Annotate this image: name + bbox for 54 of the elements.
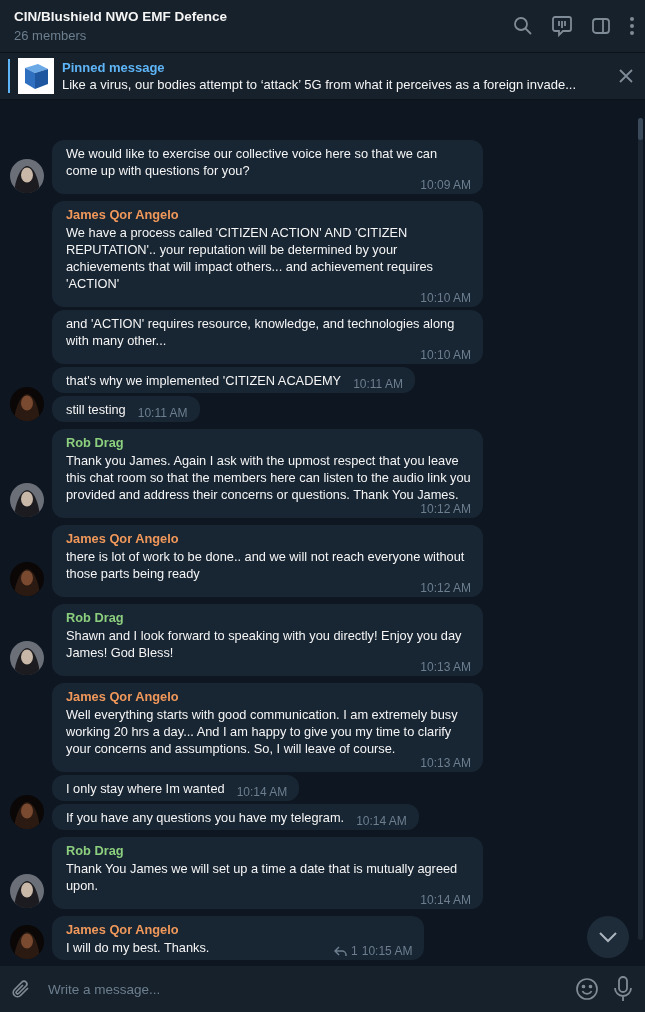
message-text: Well everything starts with good communication. I am extremely busy working 20 hrs a day... And I am happy to give you my time to clarify your concerns and assumptions. So, I will leave of course. (66, 706, 459, 757)
message-text: We have a process called 'CITIZEN ACTION' AND 'CITIZEN REPUTATION'.. your reputation will be determined by your achievements that will impact others... and achievement requires 'ACTION' (66, 224, 435, 292)
sender-name[interactable]: James Qor Angelo (66, 921, 413, 938)
reply-count[interactable]: 1 (351, 945, 358, 958)
message-text: We would like to exercise our collective voice here so that we can come up with questions for you? (66, 145, 439, 179)
pinned-label: Pinned message (62, 60, 166, 75)
message-time: 10:13 AM (420, 757, 471, 770)
message-text: still testing (66, 401, 126, 418)
message-time: 10:14 AM (236, 786, 288, 799)
chat-title: CIN/Blushield NWO EMF Defence (14, 9, 229, 24)
more-icon[interactable] (629, 16, 635, 36)
scroll-down-button[interactable] (587, 916, 629, 958)
sender-name[interactable]: Rob Drag (66, 842, 471, 859)
pinned-text[interactable]: Like a virus, our bodies attempt to ‘attack’ 5G from what it perceives as a foreign invade... (62, 77, 611, 92)
message-text: that's why we implemented 'CITIZEN ACADEMY (66, 372, 342, 389)
message-time: 10:09 AM (420, 179, 471, 192)
message-time: 10:12 AM (420, 503, 471, 516)
message-text: there is lot of work to be done.. and we will not reach everyone without those parts being ready (66, 548, 466, 582)
message-text: Shawn and I look forward to speaking with you directly! Enjoy you day James! God Bless! (66, 627, 463, 661)
message-time: 10:12 AM (420, 582, 471, 595)
chevron-icon (598, 931, 618, 943)
message-text: I will do my best. Thanks. (66, 939, 210, 956)
attach-button[interactable] (10, 978, 32, 1000)
message-time: 10:10 AM (420, 349, 471, 362)
sender-name[interactable]: James Qor Angelo (66, 206, 471, 223)
emoji-button[interactable] (575, 977, 599, 1001)
scrollbar-thumb[interactable] (638, 118, 643, 140)
sender-name[interactable]: Rob Drag (66, 434, 471, 451)
message-time: 10:10 AM (420, 292, 471, 305)
smiley-icon (575, 977, 599, 1001)
member-count: 26 members (14, 28, 88, 43)
message-composer[interactable]: Write a message... (0, 966, 645, 1012)
message-time: 10:14 AM (420, 894, 471, 907)
search-icon[interactable] (513, 16, 533, 36)
sidebar-icon[interactable] (591, 16, 611, 36)
message-text: Thank You James we will set up a time a date that is mutually agreed upon. (66, 860, 459, 894)
message-time: 10:14 AM (356, 815, 407, 828)
message-time: 10:11 AM (137, 407, 188, 420)
message-time: 10:11 AM (353, 378, 403, 391)
microphone-button[interactable] (613, 976, 633, 1002)
message-text: and 'ACTION' requires resource, knowledge, and technologies along with many other... (66, 315, 456, 349)
paperclip-icon (10, 978, 32, 1000)
sender-name[interactable]: James Qor Angelo (66, 688, 471, 705)
message-time: 10:13 AM (420, 661, 471, 674)
sender-name[interactable]: Rob Drag (66, 609, 471, 626)
microphone-icon (613, 976, 633, 1002)
message-text: I only stay where Im wanted (66, 780, 225, 797)
message-text: If you have any questions you have my telegram. (66, 809, 345, 826)
close-icon[interactable] (619, 69, 633, 83)
reply-icon (334, 946, 348, 957)
message-text: Thank you James. Again I ask with the upmost respect that you leave this chat room so that the members here can listen to the audio link you provided and address their concerns or questions. Thank You James. (66, 452, 471, 503)
message-time: 10:15 AM (361, 945, 413, 958)
sender-name[interactable]: James Qor Angelo (66, 530, 471, 547)
comment-icon[interactable] (551, 15, 573, 37)
